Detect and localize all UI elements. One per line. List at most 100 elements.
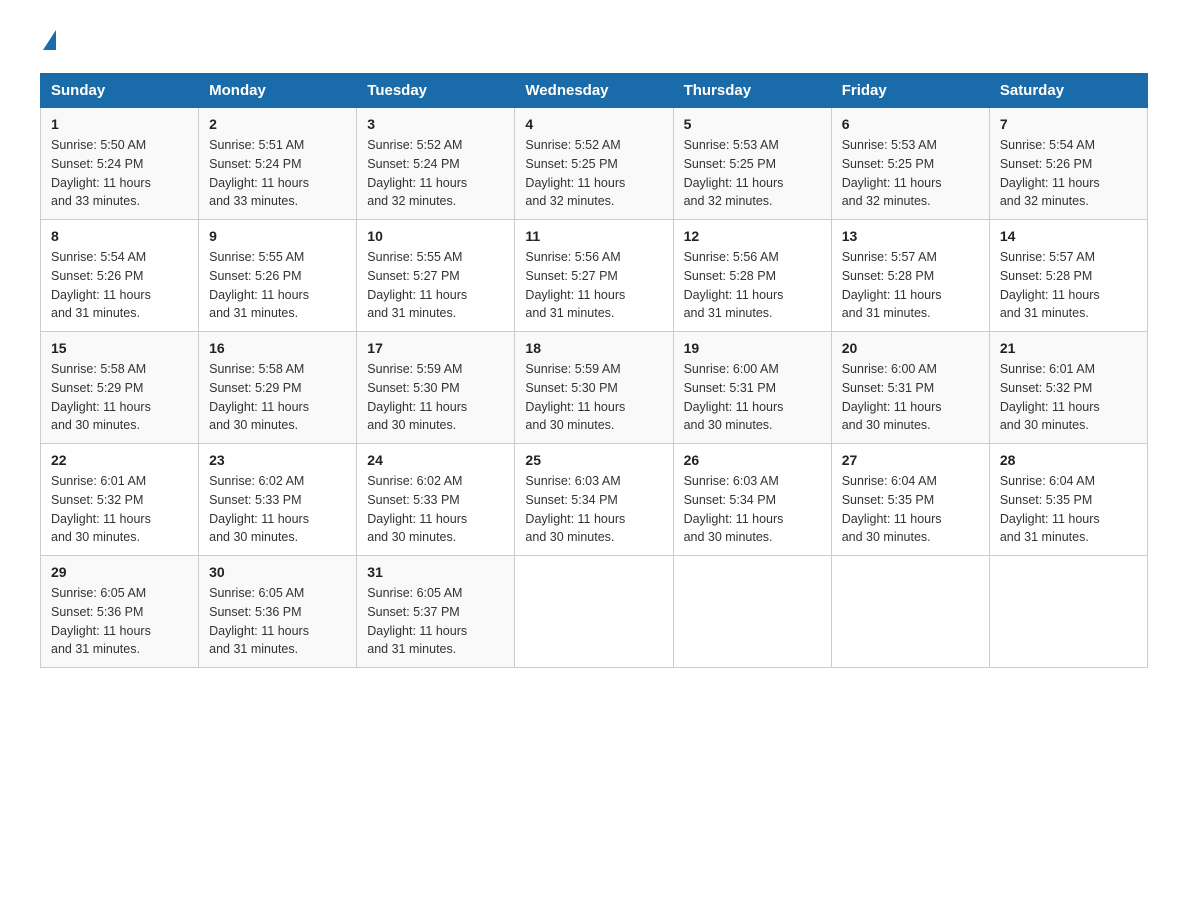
calendar-cell: 29 Sunrise: 6:05 AM Sunset: 5:36 PM Dayl…	[41, 556, 199, 668]
day-info: Sunrise: 5:58 AM Sunset: 5:29 PM Dayligh…	[51, 360, 188, 435]
day-info: Sunrise: 6:01 AM Sunset: 5:32 PM Dayligh…	[51, 472, 188, 547]
calendar-cell: 1 Sunrise: 5:50 AM Sunset: 5:24 PM Dayli…	[41, 108, 199, 220]
calendar-cell: 17 Sunrise: 5:59 AM Sunset: 5:30 PM Dayl…	[357, 332, 515, 444]
calendar-cell: 9 Sunrise: 5:55 AM Sunset: 5:26 PM Dayli…	[199, 220, 357, 332]
calendar-cell	[515, 556, 673, 668]
day-info: Sunrise: 5:57 AM Sunset: 5:28 PM Dayligh…	[1000, 248, 1137, 323]
day-number: 31	[367, 564, 504, 580]
day-number: 12	[684, 228, 821, 244]
calendar-cell: 3 Sunrise: 5:52 AM Sunset: 5:24 PM Dayli…	[357, 108, 515, 220]
calendar-cell: 20 Sunrise: 6:00 AM Sunset: 5:31 PM Dayl…	[831, 332, 989, 444]
day-number: 11	[525, 228, 662, 244]
day-info: Sunrise: 5:52 AM Sunset: 5:24 PM Dayligh…	[367, 136, 504, 211]
calendar-cell: 23 Sunrise: 6:02 AM Sunset: 5:33 PM Dayl…	[199, 444, 357, 556]
day-info: Sunrise: 6:02 AM Sunset: 5:33 PM Dayligh…	[209, 472, 346, 547]
calendar-table: SundayMondayTuesdayWednesdayThursdayFrid…	[40, 73, 1148, 668]
calendar-cell: 21 Sunrise: 6:01 AM Sunset: 5:32 PM Dayl…	[989, 332, 1147, 444]
day-number: 16	[209, 340, 346, 356]
day-info: Sunrise: 6:03 AM Sunset: 5:34 PM Dayligh…	[684, 472, 821, 547]
calendar-cell: 12 Sunrise: 5:56 AM Sunset: 5:28 PM Dayl…	[673, 220, 831, 332]
day-info: Sunrise: 6:02 AM Sunset: 5:33 PM Dayligh…	[367, 472, 504, 547]
day-number: 23	[209, 452, 346, 468]
day-number: 15	[51, 340, 188, 356]
header	[40, 30, 1148, 49]
calendar-cell	[831, 556, 989, 668]
day-info: Sunrise: 5:58 AM Sunset: 5:29 PM Dayligh…	[209, 360, 346, 435]
day-info: Sunrise: 5:59 AM Sunset: 5:30 PM Dayligh…	[525, 360, 662, 435]
day-info: Sunrise: 5:52 AM Sunset: 5:25 PM Dayligh…	[525, 136, 662, 211]
day-info: Sunrise: 5:57 AM Sunset: 5:28 PM Dayligh…	[842, 248, 979, 323]
day-info: Sunrise: 6:03 AM Sunset: 5:34 PM Dayligh…	[525, 472, 662, 547]
day-number: 20	[842, 340, 979, 356]
calendar-cell: 8 Sunrise: 5:54 AM Sunset: 5:26 PM Dayli…	[41, 220, 199, 332]
day-number: 1	[51, 116, 188, 132]
day-info: Sunrise: 5:54 AM Sunset: 5:26 PM Dayligh…	[1000, 136, 1137, 211]
day-number: 7	[1000, 116, 1137, 132]
day-number: 29	[51, 564, 188, 580]
day-info: Sunrise: 5:59 AM Sunset: 5:30 PM Dayligh…	[367, 360, 504, 435]
day-info: Sunrise: 5:53 AM Sunset: 5:25 PM Dayligh…	[842, 136, 979, 211]
calendar-cell: 5 Sunrise: 5:53 AM Sunset: 5:25 PM Dayli…	[673, 108, 831, 220]
day-info: Sunrise: 5:55 AM Sunset: 5:27 PM Dayligh…	[367, 248, 504, 323]
calendar-cell: 15 Sunrise: 5:58 AM Sunset: 5:29 PM Dayl…	[41, 332, 199, 444]
day-info: Sunrise: 5:53 AM Sunset: 5:25 PM Dayligh…	[684, 136, 821, 211]
calendar-cell: 25 Sunrise: 6:03 AM Sunset: 5:34 PM Dayl…	[515, 444, 673, 556]
day-info: Sunrise: 5:56 AM Sunset: 5:27 PM Dayligh…	[525, 248, 662, 323]
calendar-cell: 31 Sunrise: 6:05 AM Sunset: 5:37 PM Dayl…	[357, 556, 515, 668]
day-number: 2	[209, 116, 346, 132]
day-info: Sunrise: 6:04 AM Sunset: 5:35 PM Dayligh…	[842, 472, 979, 547]
calendar-cell: 4 Sunrise: 5:52 AM Sunset: 5:25 PM Dayli…	[515, 108, 673, 220]
day-number: 9	[209, 228, 346, 244]
calendar-cell: 19 Sunrise: 6:00 AM Sunset: 5:31 PM Dayl…	[673, 332, 831, 444]
day-number: 10	[367, 228, 504, 244]
day-number: 5	[684, 116, 821, 132]
day-info: Sunrise: 6:04 AM Sunset: 5:35 PM Dayligh…	[1000, 472, 1137, 547]
weekday-header-tuesday: Tuesday	[357, 74, 515, 108]
day-number: 18	[525, 340, 662, 356]
day-number: 25	[525, 452, 662, 468]
calendar-cell: 13 Sunrise: 5:57 AM Sunset: 5:28 PM Dayl…	[831, 220, 989, 332]
day-info: Sunrise: 6:01 AM Sunset: 5:32 PM Dayligh…	[1000, 360, 1137, 435]
day-info: Sunrise: 6:00 AM Sunset: 5:31 PM Dayligh…	[684, 360, 821, 435]
calendar-cell	[989, 556, 1147, 668]
day-number: 17	[367, 340, 504, 356]
day-number: 28	[1000, 452, 1137, 468]
weekday-header-monday: Monday	[199, 74, 357, 108]
calendar-cell: 22 Sunrise: 6:01 AM Sunset: 5:32 PM Dayl…	[41, 444, 199, 556]
day-info: Sunrise: 6:05 AM Sunset: 5:36 PM Dayligh…	[51, 584, 188, 659]
calendar-cell: 7 Sunrise: 5:54 AM Sunset: 5:26 PM Dayli…	[989, 108, 1147, 220]
logo	[40, 30, 56, 49]
calendar-cell: 14 Sunrise: 5:57 AM Sunset: 5:28 PM Dayl…	[989, 220, 1147, 332]
day-info: Sunrise: 6:05 AM Sunset: 5:36 PM Dayligh…	[209, 584, 346, 659]
day-number: 4	[525, 116, 662, 132]
day-number: 3	[367, 116, 504, 132]
calendar-cell: 16 Sunrise: 5:58 AM Sunset: 5:29 PM Dayl…	[199, 332, 357, 444]
day-info: Sunrise: 5:54 AM Sunset: 5:26 PM Dayligh…	[51, 248, 188, 323]
weekday-header-friday: Friday	[831, 74, 989, 108]
day-number: 30	[209, 564, 346, 580]
calendar-cell: 24 Sunrise: 6:02 AM Sunset: 5:33 PM Dayl…	[357, 444, 515, 556]
calendar-cell: 2 Sunrise: 5:51 AM Sunset: 5:24 PM Dayli…	[199, 108, 357, 220]
calendar-cell: 27 Sunrise: 6:04 AM Sunset: 5:35 PM Dayl…	[831, 444, 989, 556]
day-number: 27	[842, 452, 979, 468]
day-info: Sunrise: 5:55 AM Sunset: 5:26 PM Dayligh…	[209, 248, 346, 323]
day-number: 8	[51, 228, 188, 244]
weekday-header-sunday: Sunday	[41, 74, 199, 108]
day-info: Sunrise: 5:56 AM Sunset: 5:28 PM Dayligh…	[684, 248, 821, 323]
calendar-cell: 30 Sunrise: 6:05 AM Sunset: 5:36 PM Dayl…	[199, 556, 357, 668]
logo-text	[40, 30, 56, 49]
calendar-cell: 6 Sunrise: 5:53 AM Sunset: 5:25 PM Dayli…	[831, 108, 989, 220]
calendar-cell: 26 Sunrise: 6:03 AM Sunset: 5:34 PM Dayl…	[673, 444, 831, 556]
day-number: 6	[842, 116, 979, 132]
calendar-cell: 28 Sunrise: 6:04 AM Sunset: 5:35 PM Dayl…	[989, 444, 1147, 556]
day-info: Sunrise: 6:05 AM Sunset: 5:37 PM Dayligh…	[367, 584, 504, 659]
day-number: 14	[1000, 228, 1137, 244]
weekday-header-thursday: Thursday	[673, 74, 831, 108]
weekday-header-saturday: Saturday	[989, 74, 1147, 108]
day-number: 24	[367, 452, 504, 468]
calendar-cell: 11 Sunrise: 5:56 AM Sunset: 5:27 PM Dayl…	[515, 220, 673, 332]
day-number: 22	[51, 452, 188, 468]
day-number: 13	[842, 228, 979, 244]
day-number: 19	[684, 340, 821, 356]
day-number: 21	[1000, 340, 1137, 356]
